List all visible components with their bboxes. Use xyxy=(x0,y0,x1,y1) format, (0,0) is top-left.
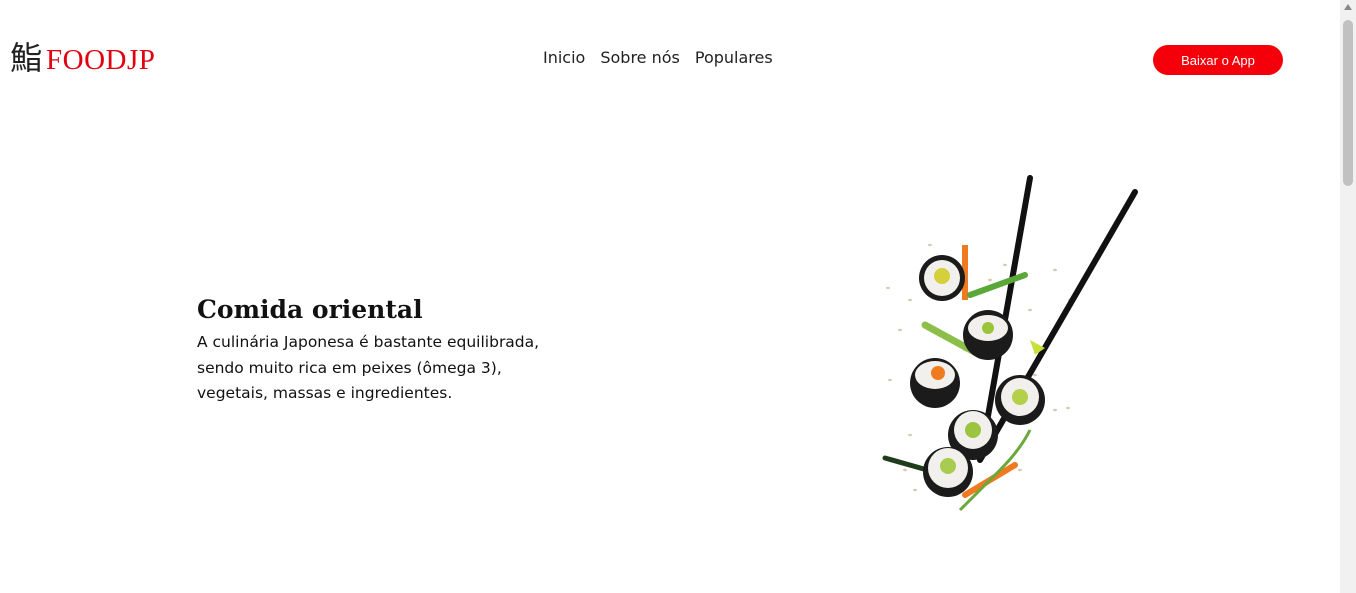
sushi-roll-3 xyxy=(910,358,960,408)
logo-kanji: 鮨 xyxy=(10,39,43,77)
site-header: 鮨 FOODJP Inicio Sobre nós Populares Baix… xyxy=(0,0,1340,120)
download-app-button[interactable]: Baixar o App xyxy=(1153,45,1283,75)
vertical-scrollbar[interactable] xyxy=(1340,0,1356,593)
scroll-up-arrow-icon[interactable] xyxy=(1344,4,1352,10)
hero-description: A culinária Japonesa é bastante equilibr… xyxy=(197,333,540,402)
cucumber-stick xyxy=(967,272,1028,298)
logo[interactable]: 鮨 FOODJP xyxy=(10,42,155,75)
sushi-roll-2 xyxy=(963,310,1013,360)
sushi-roll-4 xyxy=(995,375,1045,425)
nav-link-inicio[interactable]: Inicio xyxy=(543,48,585,67)
sushi-roll-6 xyxy=(923,447,973,497)
hero-title: Comida oriental xyxy=(197,295,423,324)
nav-link-populares[interactable]: Populares xyxy=(695,48,773,67)
main-nav: Inicio Sobre nós Populares xyxy=(543,48,773,67)
sushi-illustration-svg xyxy=(882,175,1138,512)
nav-link-sobre-nos[interactable]: Sobre nós xyxy=(600,48,680,67)
hero-section: Comida oriental A culinária Japonesa é b… xyxy=(197,295,597,407)
sushi-roll-1 xyxy=(919,255,965,301)
scrollbar-thumb[interactable] xyxy=(1343,20,1353,186)
logo-text: FOODJP xyxy=(46,44,156,76)
sushi-chopsticks-image xyxy=(870,170,1160,520)
